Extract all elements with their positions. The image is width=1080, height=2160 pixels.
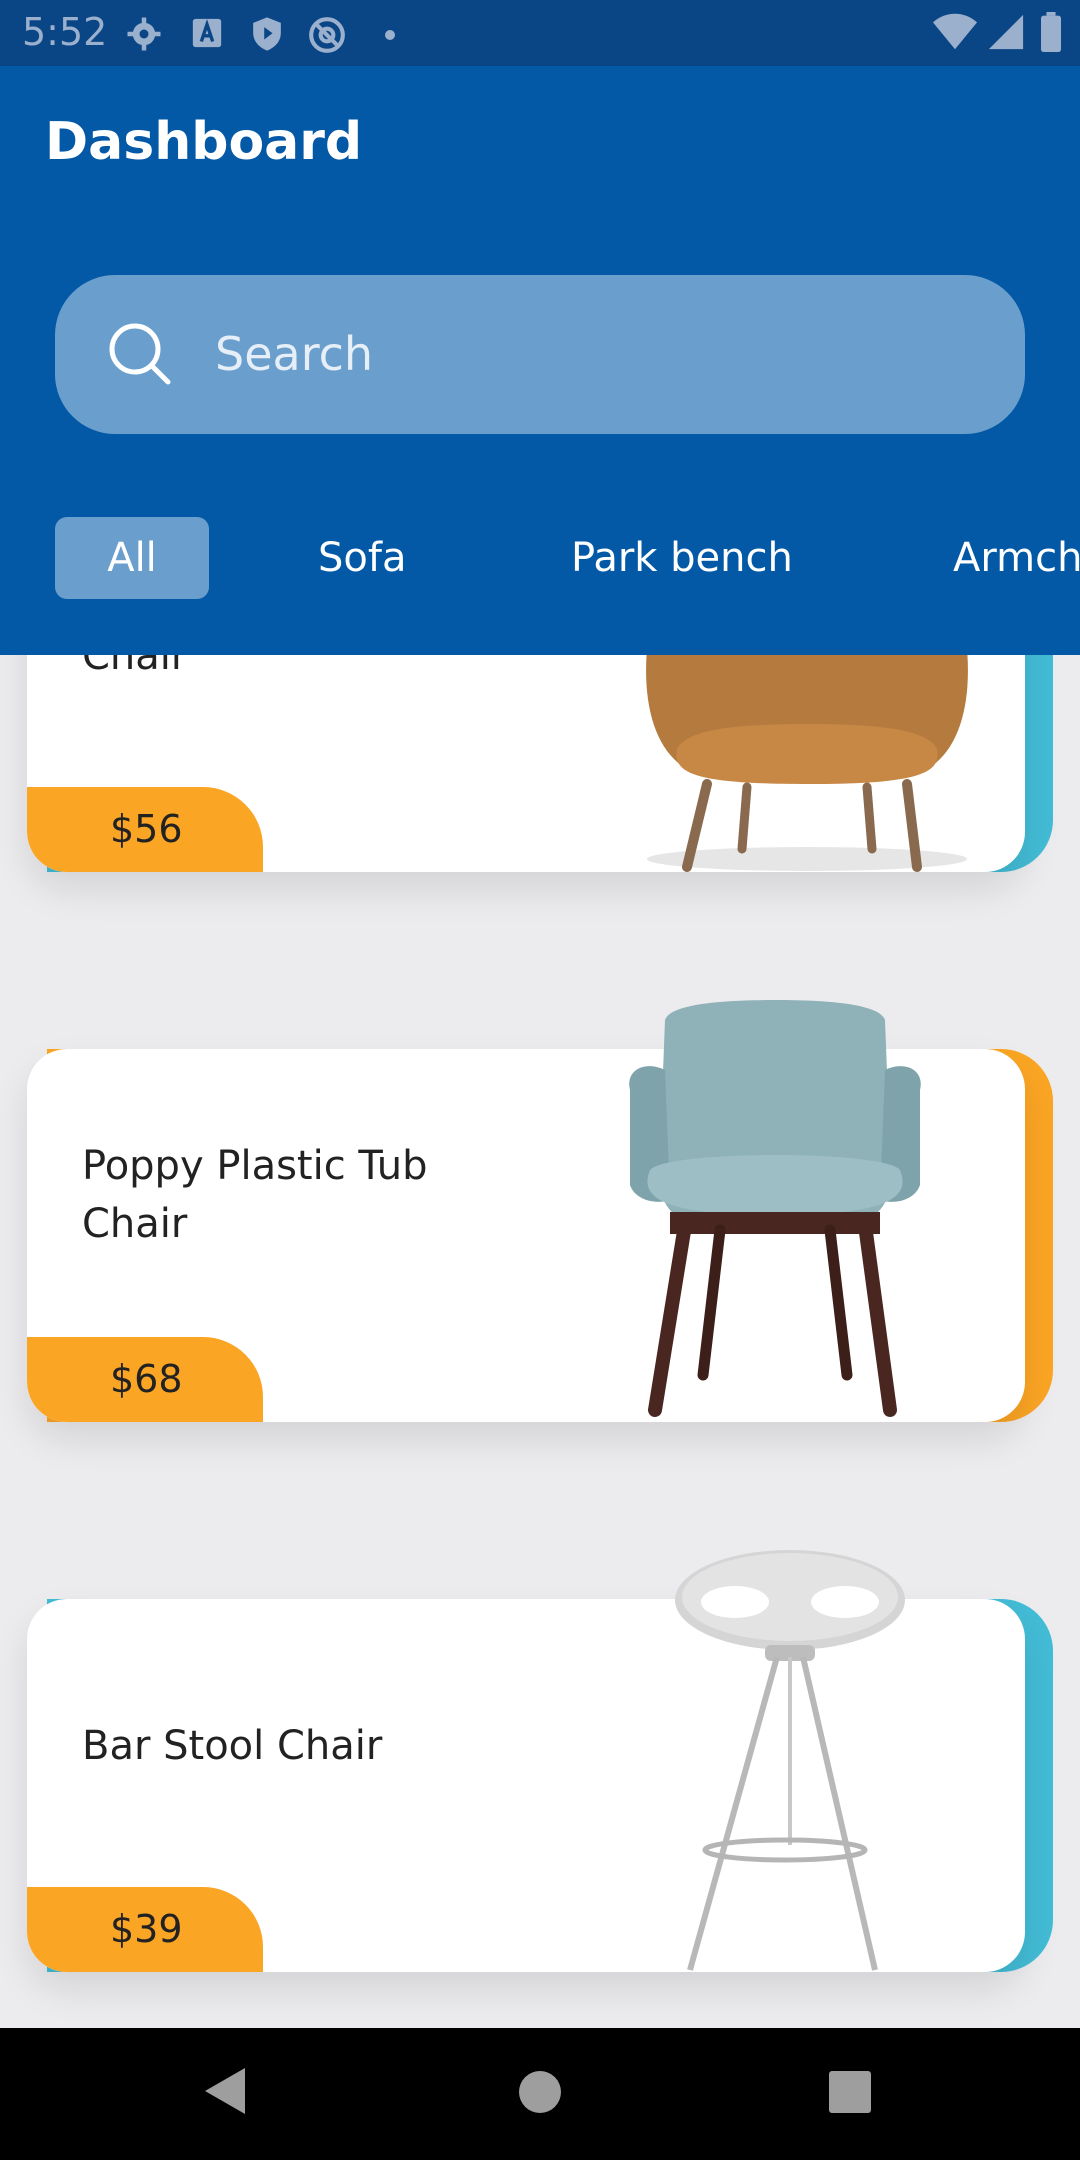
header: Dashboard Search All Sofa Park bench Arm…	[0, 66, 1080, 655]
tab-park-bench[interactable]: Park bench	[571, 517, 793, 599]
recents-icon[interactable]	[828, 2070, 872, 2118]
price-tag: $39	[27, 1887, 263, 1972]
gear-icon	[126, 16, 162, 56]
product-title: Bar Stool Chair	[82, 1723, 383, 1769]
price-value: $56	[110, 807, 183, 851]
home-icon[interactable]	[518, 2070, 562, 2118]
signal-icon	[987, 12, 1025, 56]
tab-sofa[interactable]: Sofa	[318, 517, 406, 599]
navigation-bar	[0, 2028, 1080, 2160]
search-icon	[107, 321, 173, 391]
wifi-icon	[932, 12, 978, 56]
tab-all[interactable]: All	[55, 517, 209, 599]
price-tag: $56	[27, 787, 263, 872]
card-body: Chair $56	[27, 655, 1025, 872]
back-icon[interactable]	[203, 2066, 247, 2120]
battery-icon	[1040, 12, 1062, 56]
shield-play-icon	[250, 16, 284, 56]
search-input[interactable]: Search	[55, 275, 1025, 434]
product-title: Chair	[82, 655, 188, 679]
price-tag: $68	[27, 1337, 263, 1422]
teal-tub-chair-image	[625, 1000, 925, 1424]
search-placeholder: Search	[215, 327, 374, 381]
status-time: 5:52	[22, 10, 108, 54]
at-sign-icon	[308, 16, 346, 58]
status-right-icons	[932, 12, 1062, 56]
dot-icon	[384, 26, 396, 45]
category-tabs: All Sofa Park bench Armch	[0, 517, 1080, 599]
screen: 5:52 Dashboard Search All Sofa Park benc…	[0, 0, 1080, 2160]
product-title: Poppy Plastic Tub Chair	[82, 1143, 428, 1247]
tab-armchair[interactable]: Armch	[953, 517, 1080, 599]
a-letter-icon	[190, 16, 224, 54]
tan-armchair-image	[617, 655, 997, 872]
white-bar-stool-image	[665, 1545, 915, 1979]
product-list: Chair $56 Poppy Plastic Tub Chair $68 Ba…	[0, 655, 1080, 2028]
price-value: $39	[110, 1907, 183, 1951]
status-bar: 5:52	[0, 0, 1080, 66]
price-value: $68	[110, 1357, 183, 1401]
product-card[interactable]: Chair $56	[27, 655, 1053, 872]
page-title: Dashboard	[45, 112, 363, 172]
